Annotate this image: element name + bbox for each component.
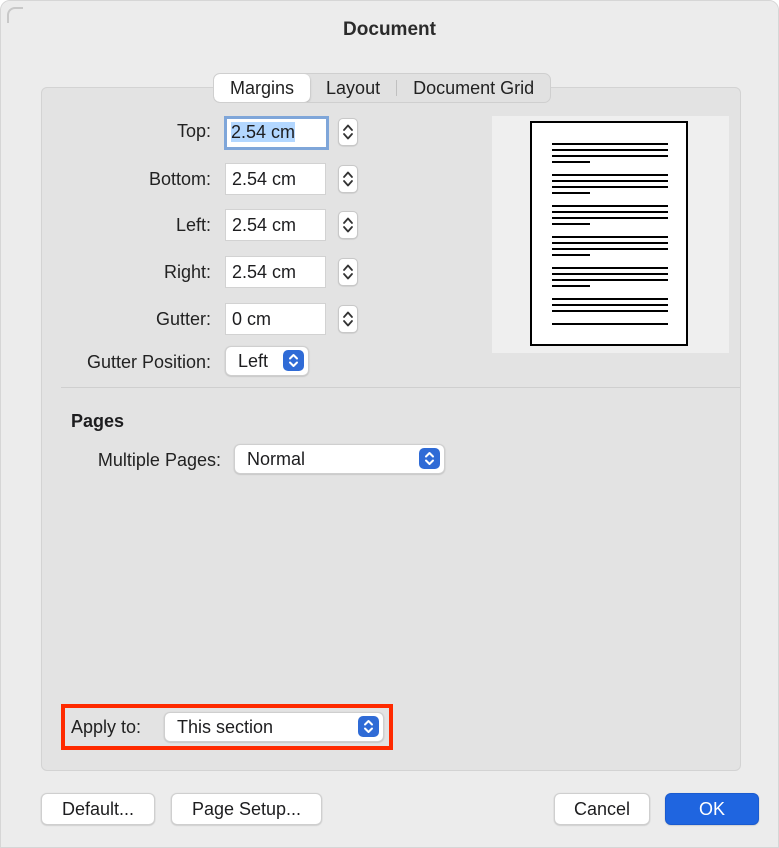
page-preview — [492, 116, 729, 353]
bottom-label: Bottom: — [148, 169, 211, 189]
preview-page-icon — [530, 121, 688, 346]
window-title: Document — [343, 19, 436, 40]
default-button[interactable]: Default... — [41, 793, 155, 825]
bottom-margin-stepper[interactable] — [338, 165, 358, 193]
ok-button[interactable]: OK — [665, 793, 759, 825]
page-setup-button[interactable]: Page Setup... — [171, 793, 322, 825]
popup-chevron-icon — [419, 448, 440, 469]
tab-bar: Margins Layout Document Grid — [213, 73, 552, 103]
left-margin-field[interactable]: 2.54 cm — [225, 209, 326, 241]
gutter-position-value: Left — [238, 351, 269, 371]
stepper-arrows-icon — [343, 171, 353, 187]
popup-chevron-icon — [358, 716, 379, 737]
stepper-arrows-icon — [343, 264, 353, 280]
section-divider — [61, 387, 740, 388]
pages-section-title: Pages — [71, 411, 125, 431]
document-dialog: Document Margins Layout Document Grid To… — [0, 0, 779, 848]
stepper-arrows-icon — [343, 124, 353, 140]
gutter-position-label: Gutter Position: — [86, 352, 211, 372]
apply-to-label: Apply to: — [71, 717, 142, 737]
popup-chevron-icon — [283, 350, 304, 371]
apply-to-popup[interactable]: This section — [164, 712, 384, 742]
right-margin-stepper[interactable] — [338, 258, 358, 286]
right-label: Right: — [163, 262, 211, 282]
gutter-field[interactable]: 0 cm — [225, 303, 326, 335]
top-label: Top: — [176, 121, 211, 141]
gutter-position-popup[interactable]: Left — [225, 346, 309, 376]
top-margin-stepper[interactable] — [338, 118, 358, 146]
top-margin-field[interactable]: 2.54 cm — [224, 116, 329, 150]
stepper-arrows-icon — [343, 217, 353, 233]
multiple-pages-popup[interactable]: Normal — [234, 444, 445, 474]
top-margin-value: 2.54 cm — [231, 122, 296, 142]
right-margin-field[interactable]: 2.54 cm — [225, 256, 326, 288]
gutter-stepper[interactable] — [338, 305, 358, 333]
tab-layout[interactable]: Layout — [310, 74, 396, 102]
cancel-button[interactable]: Cancel — [554, 793, 650, 825]
apply-to-value: This section — [177, 717, 274, 737]
bottom-margin-field[interactable]: 2.54 cm — [225, 163, 326, 195]
stepper-arrows-icon — [343, 311, 353, 327]
multiple-pages-label: Multiple Pages: — [97, 450, 221, 470]
left-label: Left: — [175, 215, 211, 235]
tab-margins[interactable]: Margins — [214, 74, 311, 102]
tab-document-grid[interactable]: Document Grid — [397, 74, 550, 102]
title-bar: Document — [1, 1, 778, 63]
gutter-label: Gutter: — [155, 309, 211, 329]
multiple-pages-value: Normal — [247, 449, 306, 469]
left-margin-stepper[interactable] — [338, 211, 358, 239]
